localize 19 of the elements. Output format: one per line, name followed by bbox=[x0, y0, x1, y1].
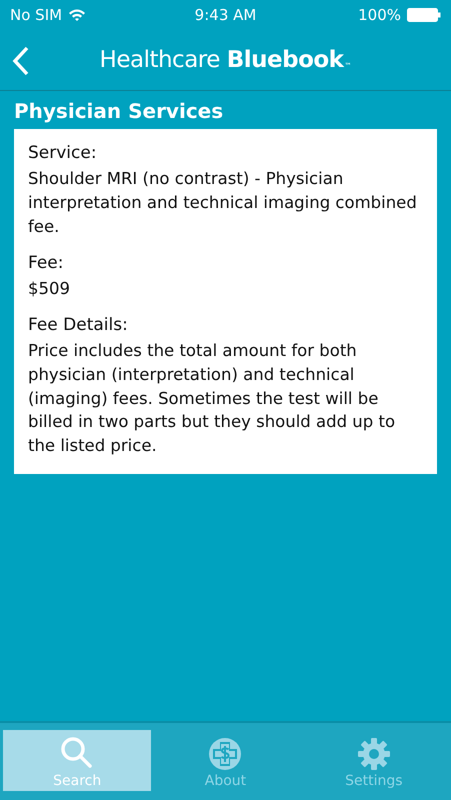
section-title: Physician Services bbox=[13, 98, 224, 125]
field-label: Fee: bbox=[28, 252, 64, 273]
tab[interactable]: About bbox=[151, 730, 300, 791]
field-value: Price includes the total amount for both physician (interpretation) and technical (imaging) fees. Sometimes the test will be billed in two parts but they should add up to the listed price. bbox=[28, 340, 396, 458]
tab[interactable]: Settings bbox=[300, 730, 448, 791]
medical-dollar-icon bbox=[208, 737, 242, 771]
field-value: $509 bbox=[28, 278, 71, 300]
carrier-label: No SIM bbox=[10, 6, 62, 24]
field-value: Shoulder MRI (no contrast) - Physician interpretation and technical imaging combined fee. bbox=[28, 168, 418, 238]
wifi-icon bbox=[68, 8, 86, 22]
field-label: Fee Details: bbox=[28, 314, 129, 335]
clock-time: 9:43 AM bbox=[194, 6, 256, 24]
battery-icon bbox=[407, 8, 441, 22]
battery-percent: 100% bbox=[358, 6, 401, 24]
back-icon bbox=[12, 46, 30, 76]
field-label: Service: bbox=[28, 143, 98, 163]
settings-icon bbox=[356, 737, 391, 771]
tab[interactable]: Search bbox=[3, 730, 152, 791]
brand-logo: Healthcare Bluebook bbox=[100, 47, 344, 73]
